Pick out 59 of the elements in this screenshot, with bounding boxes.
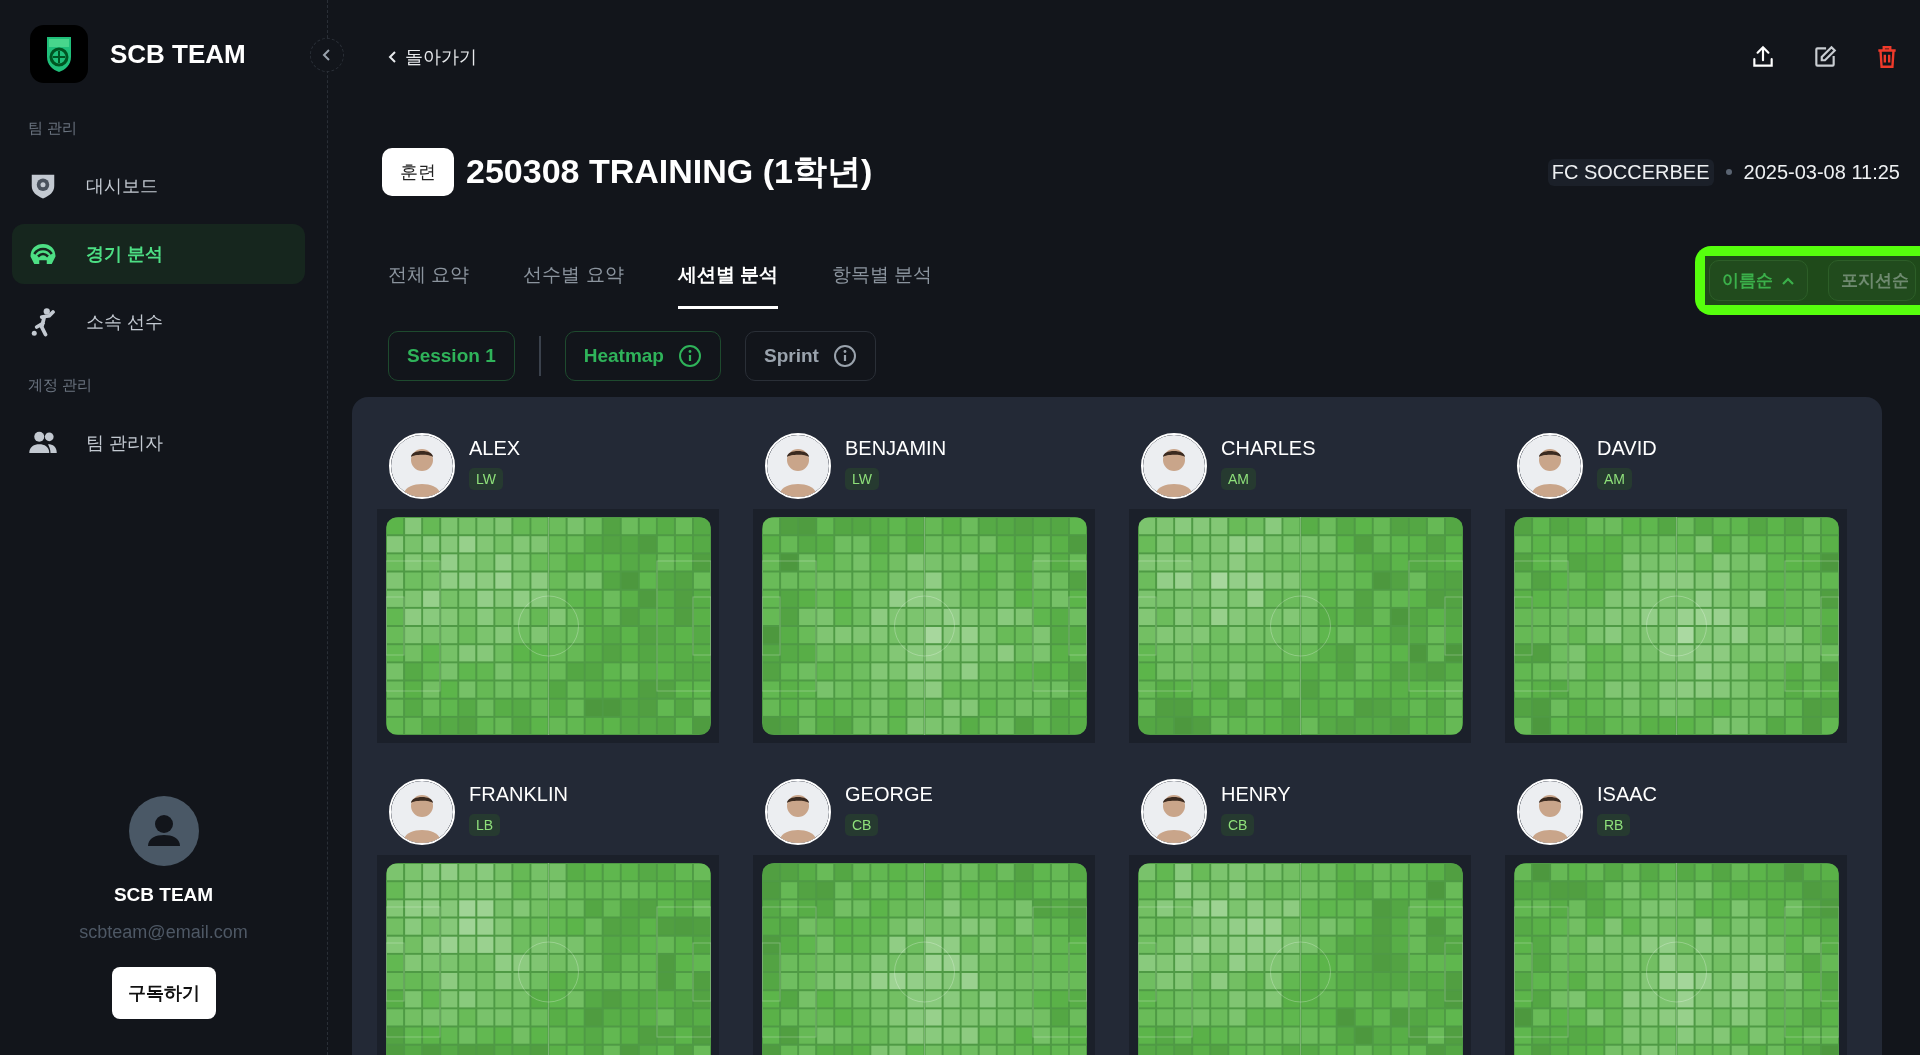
tab[interactable]: 세션별 분석 xyxy=(677,252,778,309)
position-tag: LB xyxy=(469,814,501,836)
info-icon xyxy=(677,344,702,368)
player-avatar xyxy=(1517,433,1583,499)
user-avatar-icon xyxy=(128,796,199,866)
session-button[interactable]: Session 1 xyxy=(388,331,515,381)
section-label: 계정 관리 xyxy=(27,376,94,395)
player-avatar xyxy=(389,433,455,499)
position-tag: AM xyxy=(1221,468,1256,490)
section-label: 팀 관리 xyxy=(27,119,79,138)
player-name: ALEX xyxy=(469,437,521,460)
type-badge: 훈련 xyxy=(382,148,454,196)
player-avatar xyxy=(389,779,455,845)
player-name: BENJAMIN xyxy=(845,437,947,460)
brand-name: SCB TEAM xyxy=(110,38,246,70)
info-icon xyxy=(832,344,857,368)
position-tag: CB xyxy=(845,814,879,836)
position-tag: AM xyxy=(1597,468,1632,490)
metric-button[interactable]: Heatmap xyxy=(564,331,721,381)
chevron-left-icon xyxy=(388,50,397,64)
team-chip: FC SOCCERBEE xyxy=(1547,158,1714,186)
player-name: FRANKLIN xyxy=(469,783,568,806)
nav-item[interactable]: 팀 관리자 xyxy=(12,413,305,473)
player-avatar xyxy=(765,779,831,845)
logo-icon xyxy=(30,25,88,83)
profile-name: SCB TEAM xyxy=(113,884,214,906)
tab[interactable]: 전체 요약 xyxy=(388,252,470,309)
nav-item[interactable]: 대시보드 xyxy=(12,156,305,216)
profile-email: scbteam@email.com xyxy=(79,922,248,943)
position-tag: CB xyxy=(1221,814,1255,836)
share-button[interactable] xyxy=(1750,44,1776,70)
player-name: DAVID xyxy=(1597,437,1657,460)
player-name: HENRY xyxy=(1221,783,1291,806)
player-name: ISAAC xyxy=(1597,783,1658,806)
player-name: CHARLES xyxy=(1221,437,1316,460)
back-link[interactable]: 돌아가기 xyxy=(388,45,477,69)
separator-dot xyxy=(1725,169,1732,175)
upload-icon xyxy=(1750,44,1776,70)
position-tag: LW xyxy=(469,468,503,490)
player-name: GEORGE xyxy=(845,783,933,806)
player-avatar xyxy=(1141,779,1207,845)
subscribe-button[interactable]: 구독하기 xyxy=(111,967,216,1019)
pencil-square-icon xyxy=(1812,44,1838,70)
page-title: 250308 TRAINING (1학년) xyxy=(466,151,873,192)
tab[interactable]: 선수별 요약 xyxy=(523,252,624,309)
caret-up-icon xyxy=(1781,275,1795,286)
nav-item[interactable]: 소속 선수 xyxy=(12,292,305,352)
tab[interactable]: 항목별 분석 xyxy=(831,252,933,309)
player-avatar xyxy=(1141,433,1207,499)
chevron-left-icon xyxy=(322,48,332,62)
date-time: 2025-03-08 11:25 xyxy=(1743,160,1900,184)
position-tag: RB xyxy=(1597,814,1631,836)
nav-item[interactable]: 경기 분석 xyxy=(12,224,305,284)
player-avatar xyxy=(765,433,831,499)
edit-button[interactable] xyxy=(1812,44,1838,70)
position-tag: LW xyxy=(845,468,879,490)
player-avatar xyxy=(1517,779,1583,845)
metric-button[interactable]: Sprint xyxy=(744,331,876,381)
sort-button[interactable]: 이름순 xyxy=(1709,260,1808,301)
